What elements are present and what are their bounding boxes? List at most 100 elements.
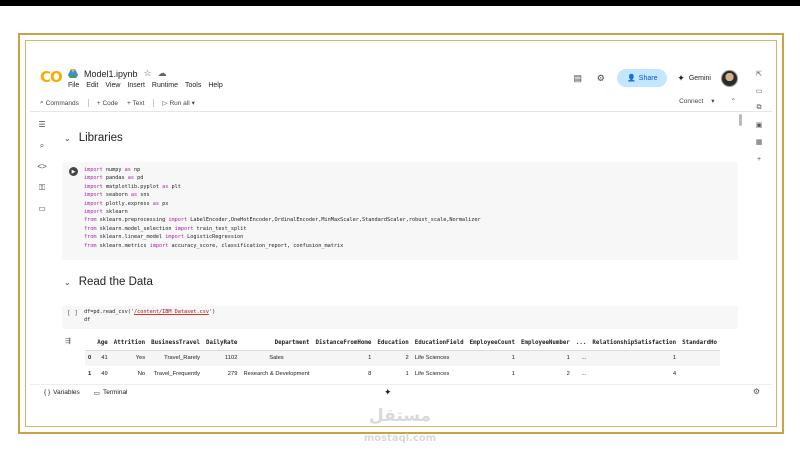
code-line: from sklearn.linear_model import Logisti… — [84, 234, 244, 241]
table-cell: 41 — [94, 350, 111, 366]
comment-icon[interactable]: ▤ — [571, 72, 584, 85]
table-cell — [679, 366, 720, 382]
table-row: 1 49 No Travel_Frequently 279 Research & Deve… — [85, 366, 720, 382]
column-header: Department — [240, 336, 313, 351]
notebook-title[interactable]: Model1.ipynb — [84, 69, 138, 79]
avatar[interactable] — [721, 69, 738, 87]
column-header: EmployeeNumber — [518, 336, 573, 351]
commands-button[interactable]: ⌕ Commands — [40, 99, 79, 107]
gear-icon[interactable]: ⚙ — [594, 72, 607, 85]
code-line: from sklearn.preprocessing import LabelE… — [84, 217, 481, 224]
column-header: ... — [572, 336, 590, 351]
cell-exec-bracket[interactable]: [ ] — [67, 310, 78, 317]
person-add-icon: 👤 — [627, 75, 636, 82]
table-cell: 1 — [511, 371, 516, 377]
run-all-button[interactable]: ▷ Run all ▾ — [162, 99, 195, 108]
section-libraries[interactable]: ⌄ Libraries — [64, 132, 123, 144]
gemini-button[interactable]: ✦ Gemini — [677, 73, 711, 84]
drive-icon — [68, 69, 78, 78]
plus-icon[interactable]: + — [754, 154, 764, 164]
chevron-down-icon[interactable]: ⌄ — [64, 134, 71, 143]
table-cell: Yes — [110, 350, 149, 366]
code-line: from sklearn.model_selection import trai… — [84, 225, 247, 232]
gear-icon[interactable]: ⚙ — [753, 387, 760, 396]
section-title: Read the Data — [78, 276, 153, 288]
cloud-icon[interactable]: ☁ — [158, 68, 167, 79]
column-header: DistanceFromHome — [312, 336, 375, 351]
toolbar-divider — [87, 99, 89, 107]
table-icon[interactable]: ▦ — [754, 137, 764, 147]
toc-icon[interactable]: ☰ — [36, 119, 48, 130]
top-black-band — [0, 0, 800, 6]
table-cell: 1 — [589, 350, 680, 366]
code-snippets-icon[interactable]: <> — [36, 161, 48, 172]
code-editor[interactable]: df=pd.read_csv('/content/IBM Dataset.csv… — [84, 308, 215, 325]
code-line: import numpy as np — [84, 167, 141, 173]
code-cell-read-csv[interactable]: [ ] df=pd.read_csv('/content/IBM Dataset… — [62, 306, 738, 329]
add-code-label: + Code — [96, 99, 119, 107]
add-code-button[interactable]: + Code — [97, 100, 118, 107]
scrollbar[interactable] — [739, 114, 742, 126]
gemini-sparkle-icon[interactable]: ✦ — [384, 387, 392, 398]
section-title: Libraries — [78, 132, 123, 144]
add-text-label: + Text — [127, 99, 145, 107]
toolbar-divider-line — [30, 111, 772, 112]
run-cell-button[interactable]: ▶ — [69, 167, 78, 176]
menu-bar: File Edit View Insert Runtime Tools Help — [68, 82, 223, 89]
star-icon[interactable]: ☆ — [144, 68, 152, 79]
folder-icon[interactable]: ▭ — [36, 203, 48, 214]
variables-button[interactable]: { } Variables — [44, 389, 80, 396]
menu-file[interactable]: File — [68, 82, 79, 89]
menu-tools[interactable]: Tools — [185, 82, 201, 89]
code-line: import seaborn as sns — [84, 192, 150, 199]
find-icon[interactable]: ⌕ — [36, 140, 48, 151]
chevron-down-icon: ▾ — [191, 100, 195, 107]
output-actions-icon[interactable]: ⇶ — [65, 337, 71, 345]
toolbar-right: Connect ▾ ⌃ — [679, 97, 736, 106]
table-header-row: Age Attrition BusinessTravel DailyRate Depar… — [85, 336, 721, 351]
menu-edit[interactable]: Edit — [86, 82, 98, 89]
code-line: df — [84, 317, 91, 324]
menu-view[interactable]: View — [105, 82, 120, 89]
table-cell: ... — [581, 371, 587, 377]
braces-icon: { } — [44, 389, 51, 396]
terminal-button[interactable]: ▭ Terminal — [94, 389, 128, 397]
table-cell: 1 — [466, 350, 519, 366]
collapse-icon[interactable]: ⌃ — [731, 97, 736, 105]
message-icon[interactable]: ▭ — [754, 86, 764, 96]
table-cell: 8 — [368, 371, 372, 377]
table-cell: 2 — [566, 371, 570, 377]
toolbar-divider — [153, 99, 155, 107]
menu-runtime[interactable]: Runtime — [152, 82, 178, 89]
note-icon[interactable]: ▣ — [754, 120, 764, 130]
menu-insert[interactable]: Insert — [127, 82, 145, 89]
colab-logo[interactable]: CO — [40, 68, 63, 86]
code-line: df=pd.read_csv('/content/IBM Dataset.csv… — [84, 309, 216, 315]
code-line: import plotly.express as px — [84, 200, 169, 207]
bottom-bar: { } Variables ▭ Terminal ✦ ⚙ — [30, 384, 772, 400]
table-cell: Travel_Frequently — [153, 371, 201, 377]
secrets-key-icon[interactable]: ⚿ — [36, 182, 48, 193]
code-editor[interactable]: import numpy as np import pandas as pd imp… — [84, 166, 481, 250]
share-button[interactable]: 👤 Share — [617, 69, 668, 87]
chevron-down-icon[interactable]: ⌄ — [64, 278, 71, 287]
commands-label: Commands — [45, 99, 79, 107]
terminal-icon: ▭ — [93, 389, 100, 397]
expand-icon[interactable]: ⇱ — [754, 69, 764, 79]
menu-help[interactable]: Help — [208, 82, 222, 89]
chevron-down-icon[interactable]: ▾ — [711, 97, 714, 105]
table-cell: 0 — [85, 350, 95, 366]
column-header: DailyRate — [203, 336, 241, 351]
section-read-data[interactable]: ⌄ Read the Data — [64, 276, 153, 288]
connect-button[interactable]: Connect — [679, 98, 703, 105]
code-cell-imports[interactable]: ▶ import numpy as np import pandas as pd i… — [62, 162, 738, 260]
colab-window: CO Model1.ipynb ☆ ☁ File Edit View Inser… — [30, 44, 772, 422]
code-line: from sklearn.metrics import accuracy_sco… — [84, 242, 344, 249]
watermark-arabic: مستقل — [368, 406, 432, 426]
add-text-button[interactable]: + Text — [127, 100, 144, 107]
column-header: RelationshipSatisfaction — [589, 336, 680, 351]
dataframe-output: Age Attrition BusinessTravel DailyRate Depar… — [85, 336, 721, 382]
column-header: EducationField — [411, 336, 467, 351]
code-line: import pandas as pd — [84, 175, 144, 182]
play-icon: ▷ — [162, 100, 168, 107]
